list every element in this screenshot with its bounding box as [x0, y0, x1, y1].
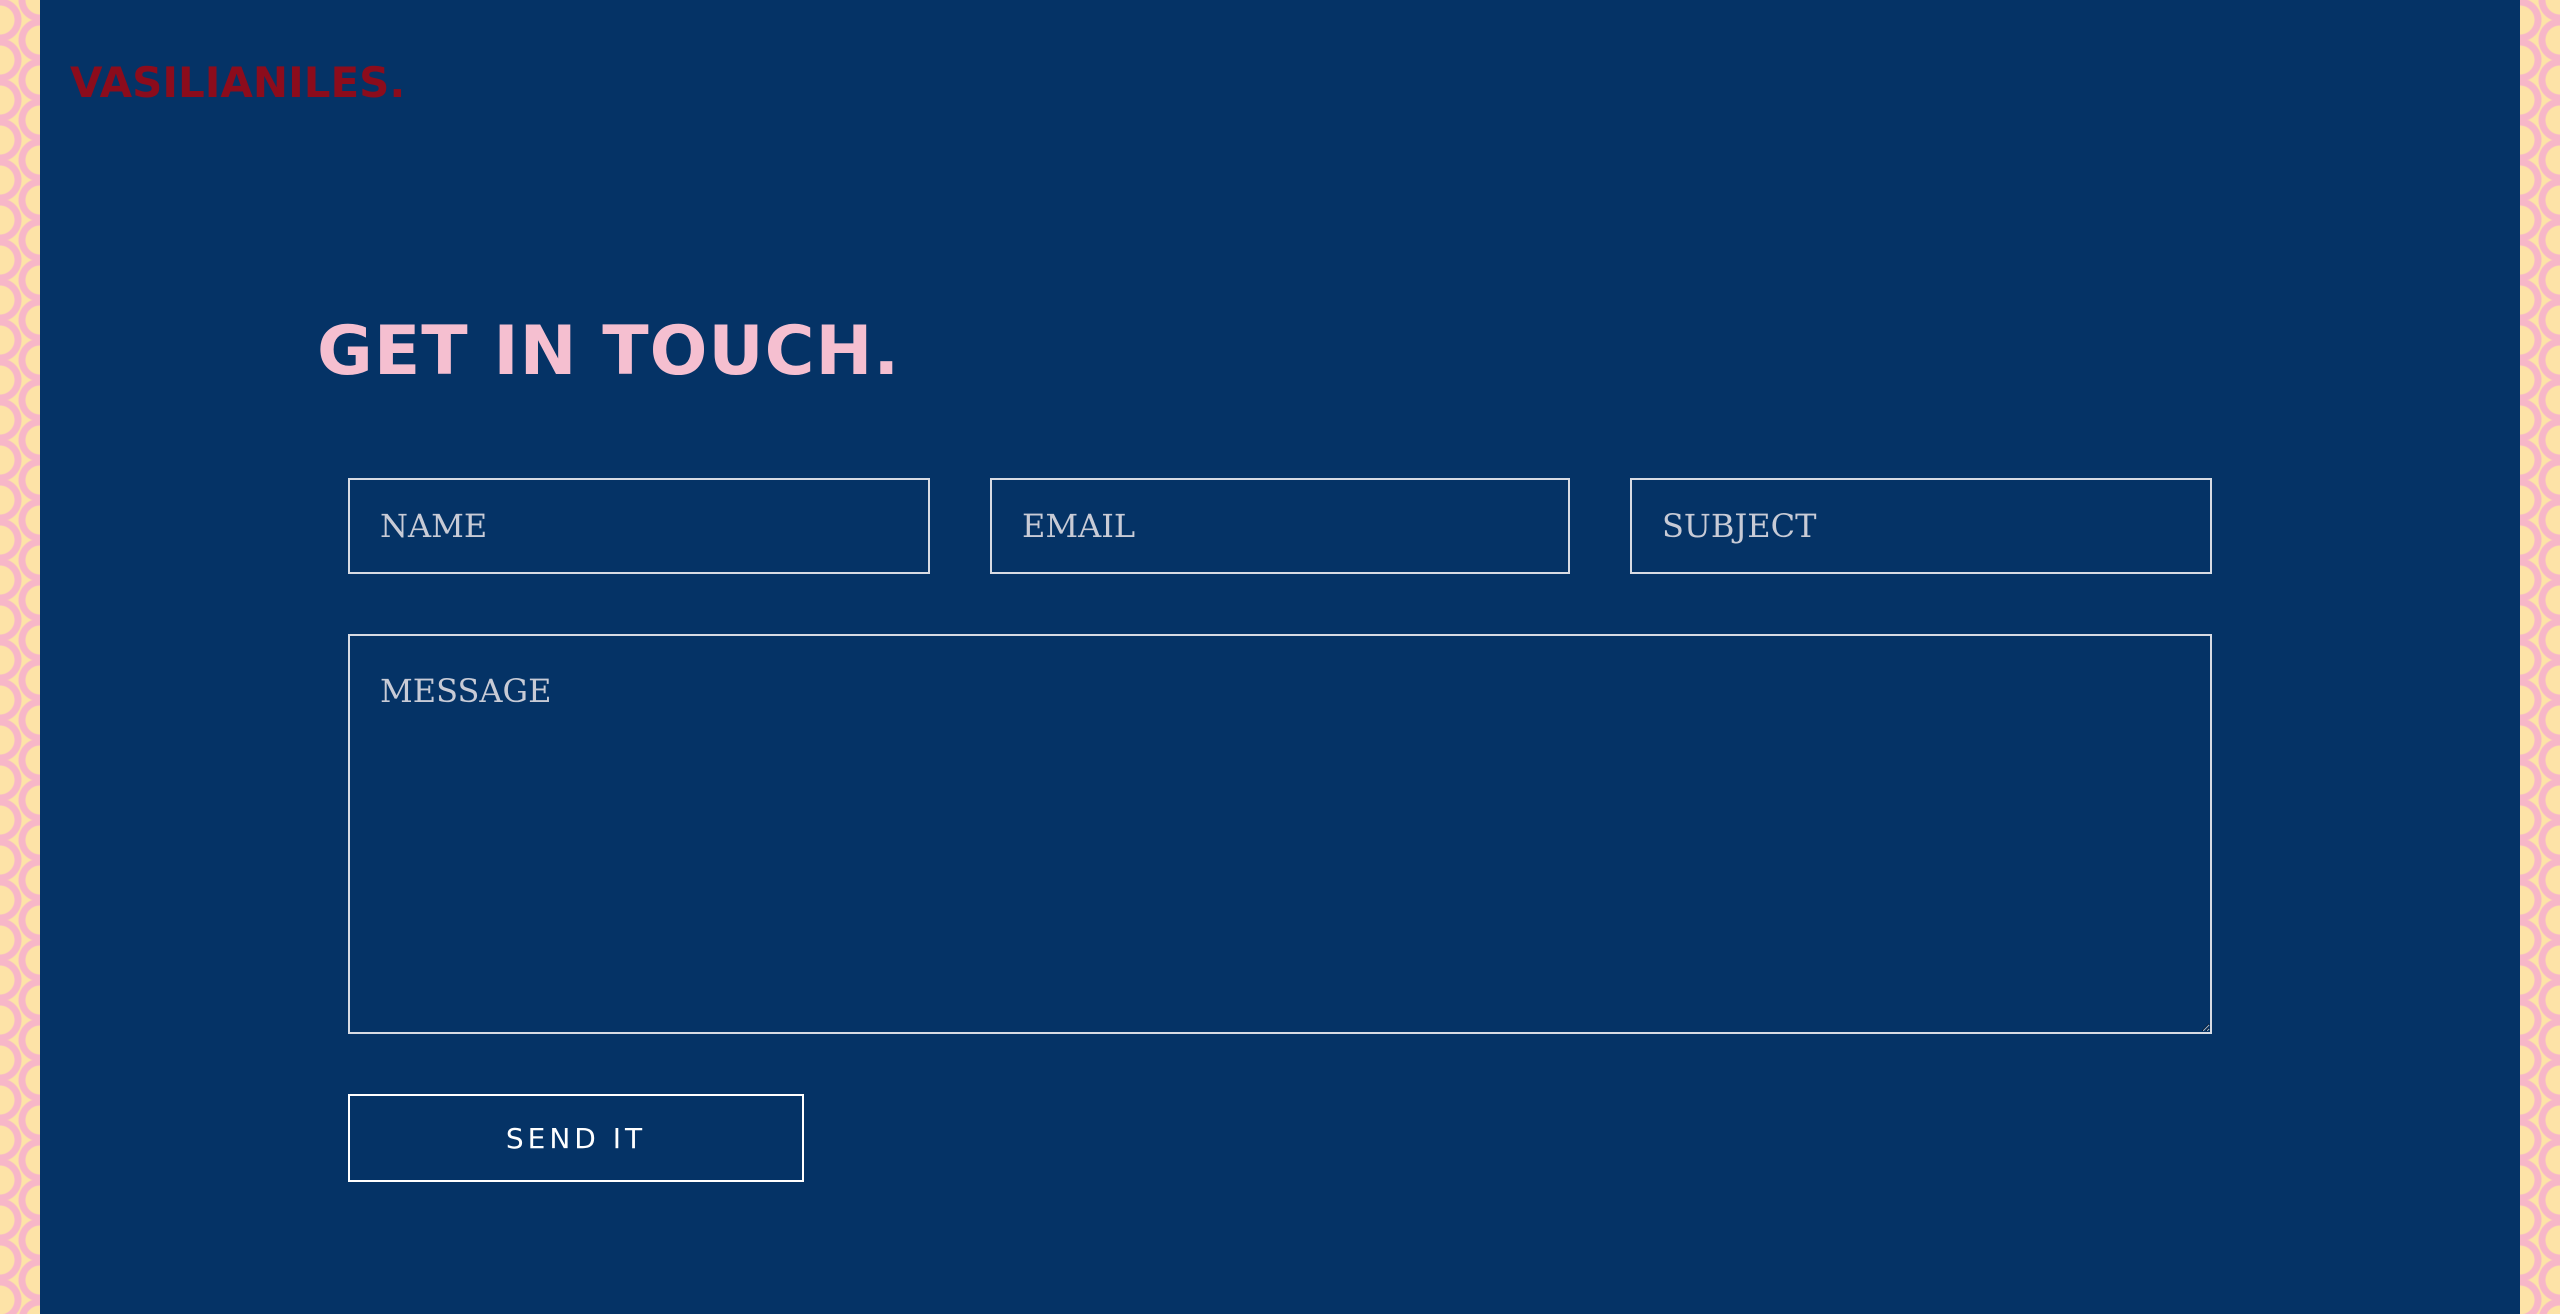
decorative-border-left	[0, 0, 40, 1314]
subject-input[interactable]	[1630, 478, 2212, 574]
page-title: GET IN TOUCH.	[317, 312, 901, 391]
contact-section: VASILIANILES. GET IN TOUCH. SEND IT	[40, 0, 2520, 1314]
decorative-border-right	[2520, 0, 2560, 1314]
message-textarea[interactable]	[348, 634, 2212, 1034]
name-input[interactable]	[348, 478, 930, 574]
site-logo[interactable]: VASILIANILES.	[70, 58, 405, 107]
send-button[interactable]: SEND IT	[348, 1094, 804, 1182]
email-input[interactable]	[990, 478, 1570, 574]
